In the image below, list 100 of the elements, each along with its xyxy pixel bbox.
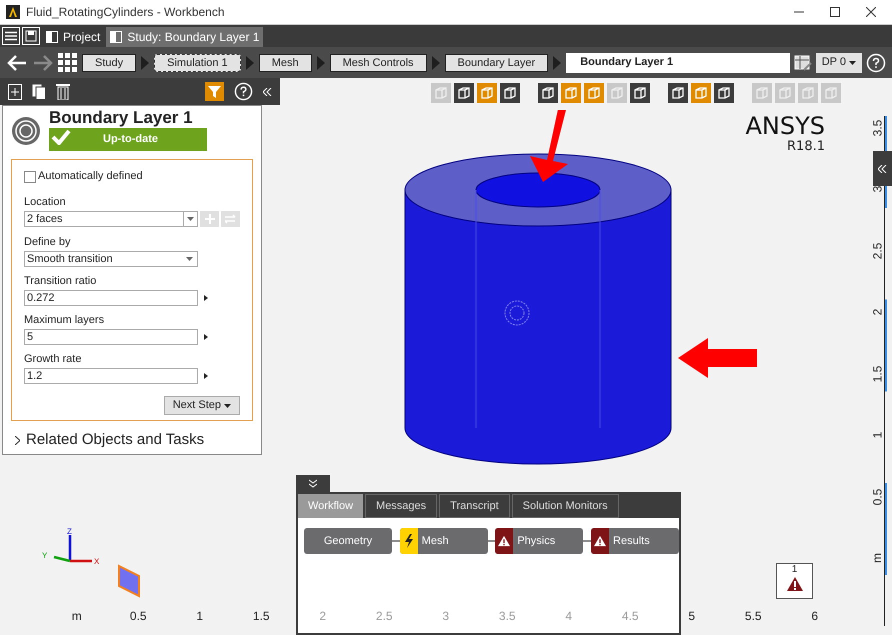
ruler-label: 0.5 [128, 608, 148, 625]
checkbox[interactable] [24, 170, 36, 182]
field-label: Define by [24, 236, 72, 249]
cube-icon [480, 86, 494, 100]
view-tool-button[interactable] [714, 83, 734, 103]
ruler-label: 3.5 [498, 608, 517, 625]
ruler-label: 6 [810, 608, 820, 625]
cube-icon [457, 86, 471, 100]
chevron-icon [316, 56, 326, 70]
save-button[interactable] [22, 27, 40, 45]
save-icon [25, 30, 37, 42]
concentric-rings-icon [11, 116, 41, 146]
cube-icon [824, 86, 838, 100]
ruler-label: 4.5 [620, 608, 640, 625]
ruler-label: 3 [869, 186, 885, 193]
warning-counter[interactable]: 1 [776, 563, 813, 599]
cube-icon [778, 86, 792, 100]
double-chevron-down-icon [309, 479, 317, 488]
cube-icon [801, 86, 815, 100]
chevron-icon [244, 56, 255, 70]
define-by-dropdown[interactable]: Smooth transition [24, 251, 198, 267]
swap-icon [225, 214, 236, 224]
ruler-label: 2.5 [374, 608, 394, 625]
cube-icon [587, 86, 601, 100]
ruler-label: 5 [687, 608, 696, 625]
cube-icon [671, 86, 685, 100]
warning-icon [786, 576, 804, 592]
workflow-step[interactable]: Results [591, 528, 679, 554]
field-label: Location [24, 196, 67, 209]
filter-button[interactable] [205, 82, 224, 101]
breadcrumb-button[interactable]: Study [82, 54, 136, 72]
view-tool-button[interactable] [500, 83, 520, 103]
arrow-right-icon[interactable] [204, 373, 208, 379]
add-icon[interactable] [8, 84, 22, 100]
back-arrow-icon[interactable] [6, 54, 28, 72]
chevron-right-icon[interactable] [15, 436, 20, 445]
tab[interactable]: Solution Monitors [512, 494, 619, 518]
ruler-label: 1.5 [869, 365, 885, 382]
maximize-icon [830, 7, 840, 17]
field-label: Growth rate [24, 353, 82, 366]
arrow-right-icon[interactable] [204, 295, 208, 301]
input-field[interactable]: 1.2 [24, 368, 198, 384]
workflow-step[interactable]: Physics [495, 528, 584, 554]
lightning-icon [404, 534, 414, 548]
plus-icon [204, 214, 214, 224]
collapse-down-button[interactable] [296, 475, 330, 492]
view-tool-button[interactable] [538, 83, 558, 103]
cube-icon [503, 86, 517, 100]
warning-icon [497, 535, 512, 547]
help-icon[interactable] [234, 82, 253, 101]
window-title: Fluid_RotatingCylinders - Workbench [26, 4, 225, 21]
view-tool-button[interactable] [630, 83, 650, 103]
panel-title: Boundary Layer 1 [49, 108, 194, 128]
table-edit-icon[interactable] [794, 54, 812, 72]
chevron-icon [430, 56, 441, 70]
cube-icon [755, 86, 769, 100]
view-tool-button[interactable] [454, 83, 474, 103]
grid-icon[interactable] [58, 52, 78, 72]
tab[interactable]: Messages [365, 494, 438, 518]
cube-icon [564, 86, 578, 100]
version-label: R18.1 [787, 140, 825, 153]
ruler-label: 0.5 [869, 488, 885, 506]
breadcrumb-button[interactable]: Mesh Controls [330, 54, 427, 72]
tab[interactable]: Transcript [439, 494, 510, 518]
input-field[interactable]: 0.272 [24, 290, 198, 306]
field-label: Transition ratio [24, 275, 98, 288]
breadcrumb-button[interactable]: Simulation 1 [154, 54, 241, 72]
view-tool-button[interactable] [668, 83, 688, 103]
input-field[interactable]: 5 [24, 329, 198, 345]
breadcrumb-button[interactable]: Mesh [258, 54, 312, 72]
tab[interactable]: Study: Boundary Layer 1 [106, 27, 264, 47]
dp-dropdown[interactable]: DP 0 [816, 52, 862, 72]
ruler-label: 1 [869, 432, 885, 439]
related-objects-link[interactable]: Related Objects and Tasks [26, 429, 204, 452]
warning-count: 1 [792, 564, 798, 576]
chevron-icon [552, 56, 562, 70]
menu-button[interactable] [2, 27, 20, 45]
location-dropdown[interactable]: 2 faces [24, 211, 198, 227]
ruler-label: 1.5 [252, 608, 271, 625]
arrow-right-icon[interactable] [204, 334, 208, 340]
ruler-label: 3 [441, 608, 450, 625]
copy-icon[interactable] [32, 84, 46, 100]
collapse-right-button[interactable] [873, 151, 892, 186]
ruler-label: 1 [195, 608, 204, 625]
cube-icon [541, 86, 555, 100]
chevron-icon [140, 56, 150, 70]
help-icon[interactable] [866, 52, 886, 72]
ruler-label: 5.5 [744, 608, 763, 625]
caret-icon [224, 404, 231, 408]
workflow-step[interactable]: Mesh [400, 528, 488, 554]
plane-icon [117, 564, 141, 598]
next-step-button[interactable]: Next Step [164, 396, 240, 415]
ruler-label: 4 [564, 608, 574, 625]
workflow-step[interactable]: Geometry [304, 528, 392, 554]
ruler-label: 3.5 [869, 119, 885, 136]
collapse-left-icon[interactable] [263, 88, 272, 96]
cube-icon [694, 86, 708, 100]
cube-icon [633, 86, 647, 100]
breadcrumb-button[interactable]: Boundary Layer [444, 54, 548, 72]
delete-icon[interactable] [56, 84, 70, 100]
